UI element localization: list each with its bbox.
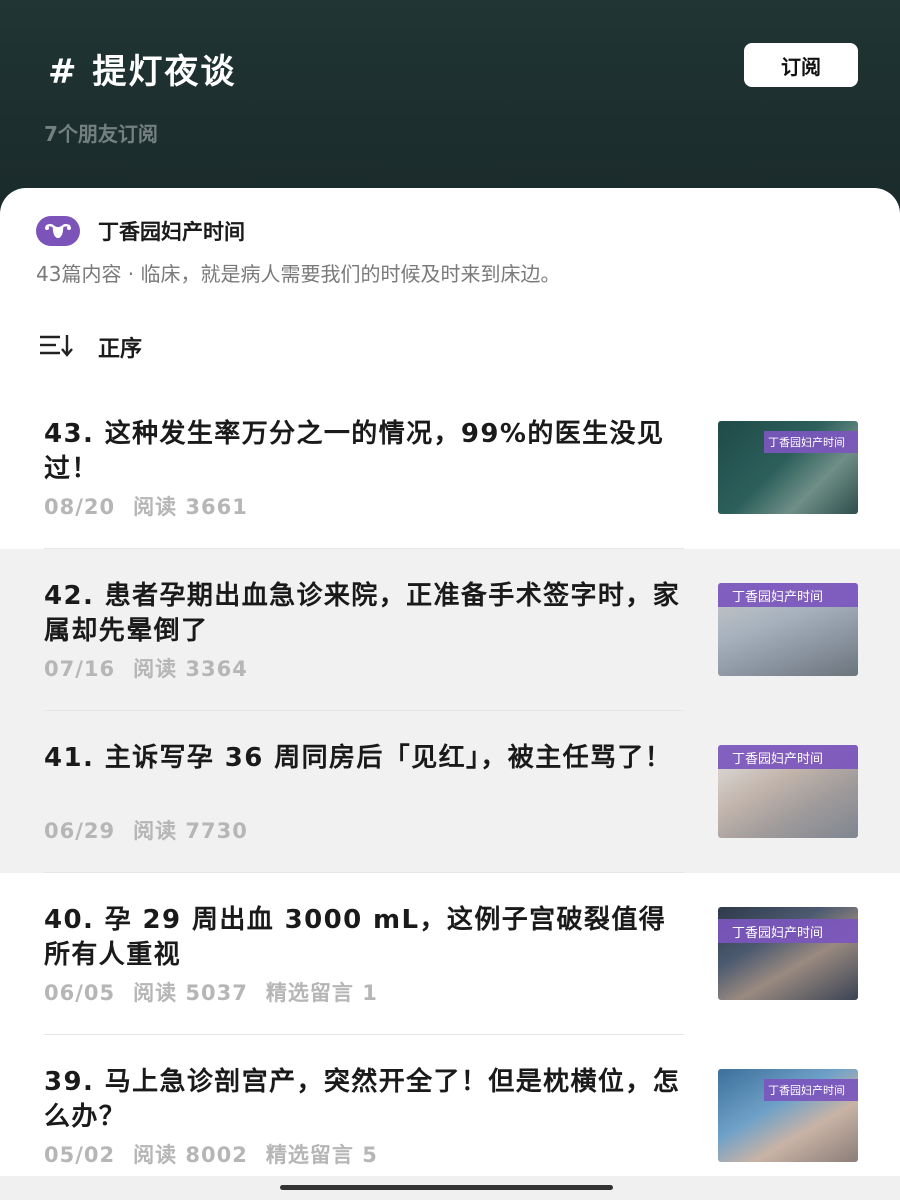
thumbnail-badge: 丁香园妇产时间 bbox=[718, 583, 858, 607]
topic-title: # 提灯夜谈 bbox=[48, 52, 237, 92]
article-thumbnail: 丁香园妇产时间 bbox=[718, 1069, 858, 1162]
account-name: 丁香园妇产时间 bbox=[98, 220, 245, 244]
article-reads: 阅读 3364 bbox=[133, 657, 248, 681]
article-date: 06/05 bbox=[44, 981, 116, 1005]
article-date: 08/20 bbox=[44, 495, 116, 519]
article-reads: 阅读 7730 bbox=[133, 819, 248, 843]
thumbnail-badge: 丁香园妇产时间 bbox=[764, 1079, 858, 1101]
article-item[interactable]: 39. 马上急诊剖宫产，突然开全了！但是枕横位，怎么办？ 05/02 阅读 800… bbox=[0, 1035, 900, 1197]
home-indicator[interactable] bbox=[280, 1185, 613, 1190]
article-title: 41. 主诉写孕 36 周同房后「见红」，被主任骂了！ bbox=[44, 743, 673, 773]
article-thumbnail: 丁香园妇产时间 bbox=[718, 583, 858, 676]
article-meta: 06/05 阅读 5037 精选留言 1 bbox=[44, 977, 396, 1007]
article-meta: 07/16 阅读 3364 bbox=[44, 653, 266, 683]
article-comments: 精选留言 1 bbox=[265, 981, 378, 1005]
article-reads: 阅读 5037 bbox=[133, 981, 248, 1005]
article-title: 39. 马上急诊剖宫产，突然开全了！但是枕横位，怎么办？ bbox=[44, 1067, 681, 1132]
article-title: 43. 这种发生率万分之一的情况，99%的医生没见过！ bbox=[44, 419, 665, 484]
article-title: 40. 孕 29 周出血 3000 mL，这例子宫破裂值得所有人重视 bbox=[44, 905, 667, 970]
subscribe-button[interactable]: 订阅 bbox=[744, 43, 858, 87]
sort-toggle[interactable]: 正序 bbox=[38, 331, 142, 363]
thumbnail-badge: 丁香园妇产时间 bbox=[718, 919, 858, 943]
uterus-icon bbox=[36, 216, 80, 246]
article-item[interactable]: 40. 孕 29 周出血 3000 mL，这例子宫破裂值得所有人重视 06/05… bbox=[0, 873, 900, 1035]
article-item[interactable]: 41. 主诉写孕 36 周同房后「见红」，被主任骂了！ 06/29 阅读 7730… bbox=[0, 711, 900, 873]
article-date: 06/29 bbox=[44, 819, 116, 843]
subscriber-count: 7个朋友订阅 bbox=[44, 122, 158, 146]
article-date: 07/16 bbox=[44, 657, 116, 681]
article-reads: 阅读 8002 bbox=[133, 1143, 248, 1167]
article-item[interactable]: 43. 这种发生率万分之一的情况，99%的医生没见过！ 08/20 阅读 3661… bbox=[0, 387, 900, 549]
article-meta: 06/29 阅读 7730 bbox=[44, 815, 266, 845]
thumbnail-badge: 丁香园妇产时间 bbox=[764, 431, 858, 453]
article-date: 05/02 bbox=[44, 1143, 116, 1167]
article-thumbnail: 丁香园妇产时间 bbox=[718, 421, 858, 514]
article-comments: 精选留言 5 bbox=[265, 1143, 378, 1167]
account-description: 43篇内容 · 临床，就是病人需要我们的时候及时来到床边。 bbox=[36, 262, 561, 286]
article-meta: 05/02 阅读 8002 精选留言 5 bbox=[44, 1139, 396, 1169]
sort-order-icon bbox=[38, 332, 98, 362]
article-title: 42. 患者孕期出血急诊来院，正准备手术签字时，家属却先晕倒了 bbox=[44, 581, 681, 646]
article-thumbnail: 丁香园妇产时间 bbox=[718, 745, 858, 838]
article-reads: 阅读 3661 bbox=[133, 495, 248, 519]
article-thumbnail: 丁香园妇产时间 bbox=[718, 907, 858, 1000]
article-meta: 08/20 阅读 3661 bbox=[44, 491, 266, 521]
sort-label: 正序 bbox=[98, 337, 143, 362]
thumbnail-badge: 丁香园妇产时间 bbox=[718, 745, 858, 769]
account-row[interactable]: 丁香园妇产时间 bbox=[36, 214, 245, 248]
article-item[interactable]: 42. 患者孕期出血急诊来院，正准备手术签字时，家属却先晕倒了 07/16 阅读 … bbox=[0, 549, 900, 711]
